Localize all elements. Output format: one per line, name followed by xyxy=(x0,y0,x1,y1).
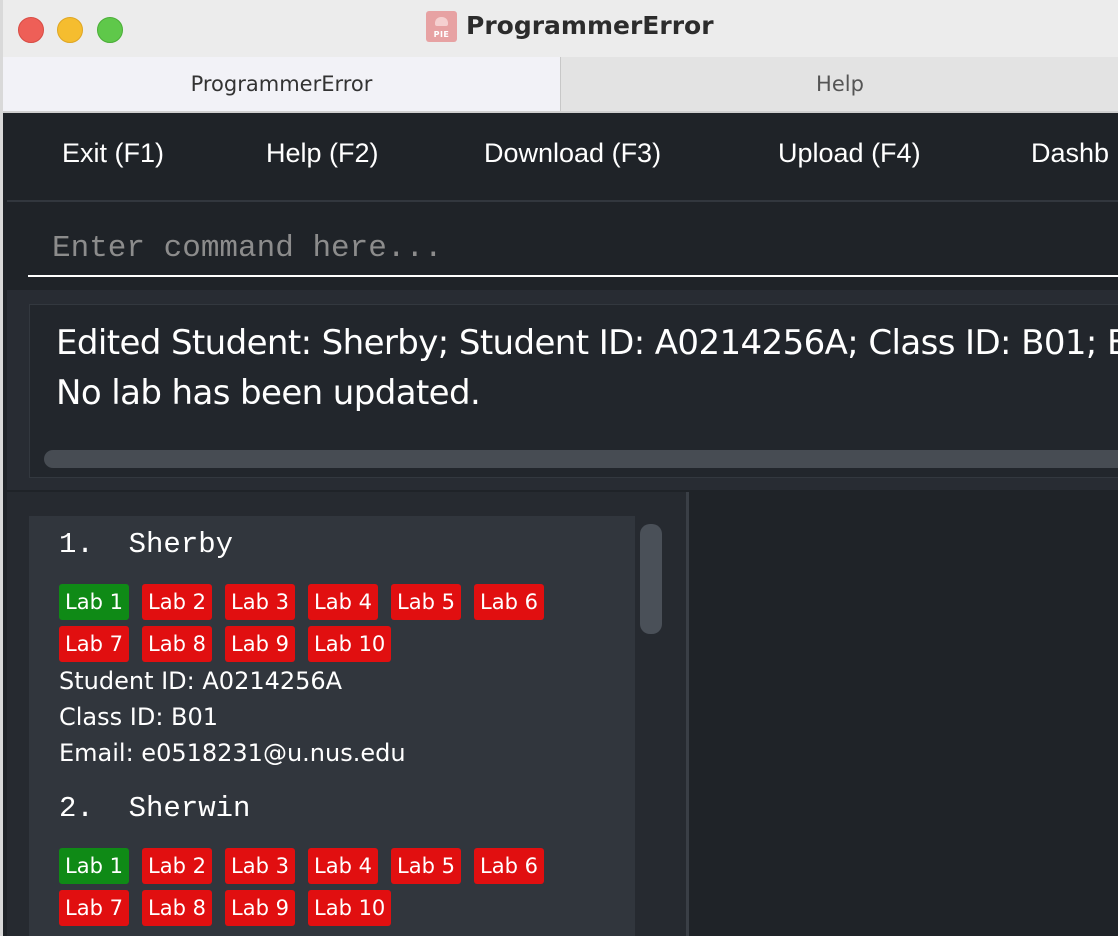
lab-tag: Lab 1 xyxy=(59,848,129,884)
minimize-window-button[interactable] xyxy=(57,17,83,43)
student-list-panel: 1. Sherby Lab 1 Lab 2 Lab 3 Lab 4 Lab 5 … xyxy=(7,492,686,936)
lab-tag: Lab 2 xyxy=(142,848,212,884)
tab-programmererror[interactable]: ProgrammerError xyxy=(3,57,560,112)
lab-tag: Lab 4 xyxy=(308,848,378,884)
lab-tag: Lab 5 xyxy=(391,584,461,620)
student-name: 1. Sherby xyxy=(59,528,234,561)
lab-tag: Lab 3 xyxy=(225,848,295,884)
class-id: Class ID: B01 xyxy=(59,703,219,731)
pie-face-icon xyxy=(435,17,448,26)
lab-tag: Lab 1 xyxy=(59,584,129,620)
tab-bar: ProgrammerError Help xyxy=(3,57,1118,113)
tab-help[interactable]: Help xyxy=(560,57,1118,112)
lab-tag: Lab 8 xyxy=(142,626,212,662)
student-list: 1. Sherby Lab 1 Lab 2 Lab 3 Lab 4 Lab 5 … xyxy=(29,516,635,936)
tab-divider xyxy=(3,111,1118,113)
menu-item-exit[interactable]: Exit (F1) xyxy=(62,138,164,169)
result-message-line: Edited Student: Sherby; Student ID: A021… xyxy=(56,323,1118,363)
lab-tag: Lab 6 xyxy=(474,848,544,884)
window-title: ProgrammerError xyxy=(466,11,714,40)
result-display: Edited Student: Sherby; Student ID: A021… xyxy=(29,304,1118,478)
command-input[interactable] xyxy=(28,222,1118,277)
app-window: PIE ProgrammerError ProgrammerError Help… xyxy=(3,0,1118,936)
result-horizontal-scrollbar[interactable] xyxy=(44,450,1118,468)
app-icon-text: PIE xyxy=(433,30,450,39)
lab-tag: Lab 7 xyxy=(59,626,129,662)
student-list-scrollbar[interactable] xyxy=(640,524,662,634)
lab-tag: Lab 8 xyxy=(142,890,212,926)
title-bar: PIE ProgrammerError xyxy=(3,0,1118,58)
lab-tag: Lab 6 xyxy=(474,584,544,620)
lab-tag: Lab 5 xyxy=(391,848,461,884)
lab-tag: Lab 7 xyxy=(59,890,129,926)
lab-tag: Lab 2 xyxy=(142,584,212,620)
menu-item-help[interactable]: Help (F2) xyxy=(266,138,379,169)
menu-item-upload[interactable]: Upload (F4) xyxy=(778,138,921,169)
result-message-line: No lab has been updated. xyxy=(56,373,481,413)
student-email: Email: e0518231@u.nus.edu xyxy=(59,739,406,767)
lab-tag: Lab 3 xyxy=(225,584,295,620)
menu-bar: Exit (F1) Help (F2) Download (F3) Upload… xyxy=(7,116,1118,200)
detail-panel xyxy=(689,492,1118,936)
lab-tag: Lab 9 xyxy=(225,890,295,926)
student-card[interactable]: 2. Sherwin Lab 1 Lab 2 Lab 3 Lab 4 Lab 5… xyxy=(29,780,635,936)
menu-item-download[interactable]: Download (F3) xyxy=(484,138,661,169)
lab-tag: Lab 10 xyxy=(308,890,392,926)
pie-app-icon: PIE xyxy=(426,11,457,42)
close-window-button[interactable] xyxy=(18,17,44,43)
student-card[interactable]: 1. Sherby Lab 1 Lab 2 Lab 3 Lab 4 Lab 5 … xyxy=(29,516,635,778)
result-display-panel: Edited Student: Sherby; Student ID: A021… xyxy=(7,290,1118,490)
student-id: Student ID: A0214256A xyxy=(59,667,343,695)
menu-item-dashboard[interactable]: Dashb xyxy=(1031,138,1109,169)
lab-tag: Lab 4 xyxy=(308,584,378,620)
command-box xyxy=(7,202,1118,290)
lab-tag: Lab 10 xyxy=(308,626,392,662)
student-name: 2. Sherwin xyxy=(59,792,251,825)
lab-tag: Lab 9 xyxy=(225,626,295,662)
maximize-window-button[interactable] xyxy=(97,17,123,43)
